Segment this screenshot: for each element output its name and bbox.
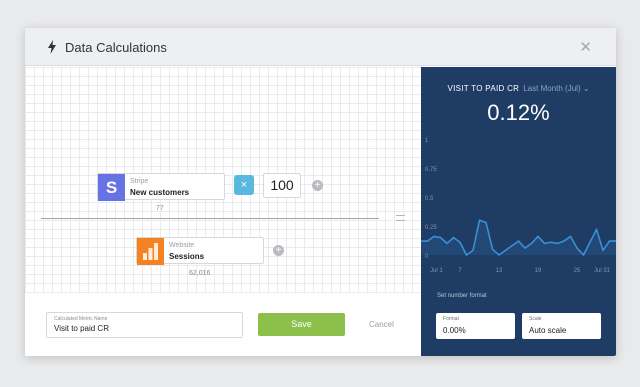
data-calculations-dialog: Data Calculations ✕ S Stripe New custome… xyxy=(25,28,616,356)
data-point xyxy=(608,240,611,242)
data-point xyxy=(452,236,455,239)
format-label: Format xyxy=(443,316,459,322)
metric-source: Website xyxy=(169,242,195,249)
cancel-button[interactable]: Cancel xyxy=(369,320,394,329)
stripe-logo-icon: S xyxy=(98,174,125,201)
add-operand-icon[interactable]: + xyxy=(312,180,323,191)
data-point xyxy=(485,221,487,224)
data-point xyxy=(517,240,520,242)
format-select[interactable]: Format 0.00% xyxy=(436,313,515,339)
scale-value: Auto scale xyxy=(529,326,567,335)
data-point xyxy=(478,219,481,221)
preview-header: VISIT TO PAID CR Last Month (Jul) ⌄ xyxy=(421,84,616,93)
scale-label: Scale xyxy=(529,316,542,322)
data-point xyxy=(556,242,559,245)
metric-name-field[interactable]: Calculated Metric Name xyxy=(46,312,243,338)
dialog-title: Data Calculations xyxy=(65,40,167,55)
x-tick-label: 25 xyxy=(574,268,581,274)
metric-name-input[interactable] xyxy=(54,324,234,333)
data-point xyxy=(465,254,468,256)
lightning-icon xyxy=(48,40,56,54)
data-point xyxy=(491,248,494,250)
metric-source: Stripe xyxy=(130,178,149,185)
data-point xyxy=(543,242,546,245)
numerator-value: 77 xyxy=(156,205,164,212)
data-point xyxy=(595,228,598,231)
multiplier-input[interactable]: 100 xyxy=(263,173,301,198)
data-point xyxy=(504,249,507,252)
trend-chart: 00.250.50.751Jul 1 7 13 19 25 Jul 31 xyxy=(421,138,616,274)
period-dropdown[interactable]: Last Month (Jul) ⌄ xyxy=(523,84,589,93)
data-point xyxy=(511,244,513,247)
data-point xyxy=(582,254,585,256)
data-point xyxy=(459,241,461,244)
data-point xyxy=(498,254,500,256)
close-icon[interactable]: ✕ xyxy=(579,38,592,56)
data-point xyxy=(537,235,539,238)
add-operand-icon[interactable]: + xyxy=(273,245,284,256)
data-point xyxy=(589,241,591,244)
data-point xyxy=(563,240,565,242)
data-point xyxy=(602,249,604,252)
data-point xyxy=(530,242,533,245)
y-tick-label: 0.5 xyxy=(425,196,434,202)
data-point xyxy=(439,236,442,239)
multiply-operator-button[interactable]: × xyxy=(234,175,254,195)
equals-icon xyxy=(396,215,405,221)
dialog-header: Data Calculations ✕ xyxy=(25,28,616,66)
preview-value: 0.12% xyxy=(487,100,550,125)
formula-canvas: S Stripe New customers 77 × 100 + Websit… xyxy=(25,67,421,293)
y-tick-label: 1 xyxy=(425,138,429,144)
x-tick-label: 7 xyxy=(458,268,462,274)
data-point xyxy=(550,241,552,244)
x-tick-label: Jul 1 xyxy=(430,268,443,274)
preview-title: VISIT TO PAID CR xyxy=(447,84,520,93)
x-tick-label: 13 xyxy=(496,268,503,274)
preview-panel: VISIT TO PAID CR Last Month (Jul) ⌄ 0.12%… xyxy=(421,67,616,356)
data-point xyxy=(426,240,429,242)
dialog-footer: Calculated Metric Name Save Cancel xyxy=(25,293,421,356)
data-point xyxy=(576,247,578,249)
denominator-metric[interactable]: Website Sessions xyxy=(136,237,264,265)
data-point xyxy=(446,242,448,245)
data-point xyxy=(569,235,572,238)
x-tick-label: Jul 31 xyxy=(594,268,611,274)
metric-name: New customers xyxy=(130,188,190,197)
data-point xyxy=(472,249,474,252)
save-button[interactable]: Save xyxy=(258,313,345,336)
format-value: 0.00% xyxy=(443,326,466,335)
y-tick-label: 0.75 xyxy=(425,167,437,173)
data-point xyxy=(433,235,435,238)
denominator-value: 62,016 xyxy=(189,270,211,277)
fraction-divider xyxy=(41,218,379,219)
analytics-logo-icon xyxy=(137,238,164,265)
y-tick-label: 0.25 xyxy=(425,225,437,231)
scale-select[interactable]: Scale Auto scale xyxy=(522,313,601,339)
numerator-metric[interactable]: S Stripe New customers xyxy=(97,173,225,201)
x-tick-label: 19 xyxy=(535,268,542,274)
set-format-label: Set number format xyxy=(437,293,487,299)
metric-name: Sessions xyxy=(169,252,205,261)
metric-name-label: Calculated Metric Name xyxy=(54,316,108,322)
data-point xyxy=(524,247,526,249)
